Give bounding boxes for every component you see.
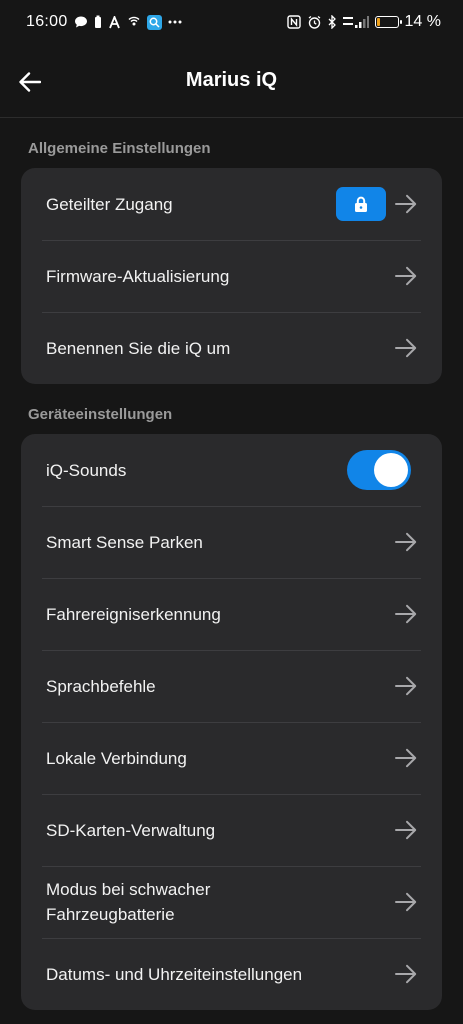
arrow-right-icon bbox=[394, 962, 418, 986]
alarm-icon bbox=[307, 15, 322, 30]
battery-percent: 14 % bbox=[404, 13, 441, 30]
setting-low-battery-mode[interactable]: Modus bei schwacher Fahrzeugbatterie bbox=[21, 866, 442, 938]
section-title-general: Allgemeine Einstellungen bbox=[28, 140, 211, 157]
setting-date-time[interactable]: Datums- und Uhrzeiteinstellungen bbox=[21, 938, 442, 1010]
search-app-icon bbox=[146, 14, 162, 30]
setting-sd-card-management[interactable]: SD-Karten-Verwaltung bbox=[21, 794, 442, 866]
setting-label: Benennen Sie die iQ um bbox=[46, 338, 231, 358]
setting-local-connection[interactable]: Lokale Verbindung bbox=[21, 722, 442, 794]
setting-label: Sprachbefehle bbox=[46, 676, 156, 696]
setting-label: Modus bei schwacher Fahrzeugbatterie bbox=[46, 880, 211, 924]
toggle-knob bbox=[374, 453, 408, 487]
back-button[interactable] bbox=[14, 66, 46, 98]
arrow-right-icon bbox=[394, 530, 418, 554]
section-title-device: Geräteeinstellungen bbox=[28, 406, 173, 423]
message-icon bbox=[74, 15, 88, 29]
device-settings-card: iQ-Sounds Smart Sense Parken Fahrereigni… bbox=[21, 434, 442, 1010]
arrow-right-icon bbox=[394, 192, 418, 216]
signal-icon bbox=[342, 15, 369, 29]
setting-label: Firmware-Aktualisierung bbox=[46, 266, 230, 286]
battery-level bbox=[376, 18, 380, 26]
arrow-right-icon bbox=[394, 674, 418, 698]
iq-sounds-toggle[interactable] bbox=[347, 450, 411, 490]
arrow-right-icon bbox=[394, 264, 418, 288]
nfc-icon bbox=[286, 15, 301, 29]
hotspot-icon bbox=[127, 15, 141, 29]
arrow-right-icon bbox=[394, 818, 418, 842]
font-icon bbox=[108, 15, 121, 29]
arrow-right-icon bbox=[394, 890, 418, 914]
battery-icon bbox=[374, 16, 402, 28]
setting-label: Lokale Verbindung bbox=[46, 748, 187, 768]
setting-voice-commands[interactable]: Sprachbefehle bbox=[21, 650, 442, 722]
arrow-right-icon bbox=[394, 602, 418, 626]
bluetooth-icon bbox=[328, 15, 337, 29]
arrow-right-icon bbox=[394, 746, 418, 770]
setting-smart-sense-parking[interactable]: Smart Sense Parken bbox=[21, 506, 442, 578]
status-time: 16:00 bbox=[26, 13, 68, 30]
lock-badge bbox=[336, 187, 386, 221]
setting-label: Geteilter Zugang bbox=[46, 194, 173, 214]
arrow-right-icon bbox=[394, 336, 418, 360]
setting-iq-sounds: iQ-Sounds bbox=[21, 434, 442, 506]
setting-label: SD-Karten-Verwaltung bbox=[46, 820, 216, 840]
battery-saver-icon bbox=[94, 15, 102, 29]
setting-shared-access[interactable]: Geteilter Zugang bbox=[21, 168, 442, 240]
setting-label: Fahrereigniserkennung bbox=[46, 604, 221, 624]
setting-label: Smart Sense Parken bbox=[46, 532, 203, 552]
page-title: Marius iQ bbox=[185, 69, 278, 91]
lock-icon bbox=[355, 196, 367, 212]
status-bar: 16:00 14 % bbox=[0, 0, 463, 44]
setting-rename-device[interactable]: Benennen Sie die iQ um bbox=[21, 312, 442, 384]
general-settings-card: Geteilter Zugang Firmware-Aktualisierung… bbox=[21, 168, 442, 384]
setting-driver-event-detection[interactable]: Fahrereigniserkennung bbox=[21, 578, 442, 650]
setting-label: iQ-Sounds bbox=[46, 460, 127, 480]
arrow-left-icon bbox=[19, 72, 41, 92]
app-header: Marius iQ bbox=[0, 44, 463, 118]
setting-label: Datums- und Uhrzeiteinstellungen bbox=[46, 964, 303, 984]
more-dots-icon bbox=[168, 20, 182, 24]
setting-firmware-update[interactable]: Firmware-Aktualisierung bbox=[21, 240, 442, 312]
